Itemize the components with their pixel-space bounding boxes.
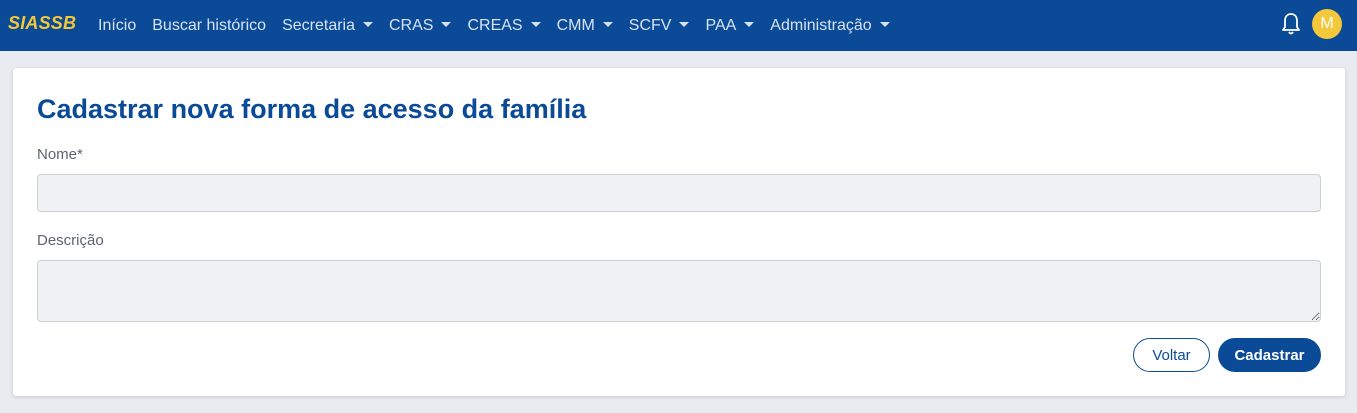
nav-item-label: Secretaria bbox=[282, 16, 355, 34]
nav-item-label: CMM bbox=[556, 16, 595, 34]
submit-button[interactable]: Cadastrar bbox=[1218, 338, 1321, 372]
caret-down-icon bbox=[879, 22, 890, 27]
nav-item-label: Buscar histórico bbox=[152, 16, 267, 34]
nav-item-label: CREAS bbox=[467, 16, 523, 34]
name-label: Nome* bbox=[37, 146, 83, 163]
nav-item-label: CRAS bbox=[389, 16, 434, 34]
caret-down-icon bbox=[744, 22, 755, 27]
user-avatar[interactable]: M bbox=[1312, 9, 1342, 39]
description-textarea[interactable] bbox=[37, 260, 1321, 322]
description-label: Descrição bbox=[37, 232, 104, 249]
nav-item-buscar-historico[interactable]: Buscar histórico bbox=[152, 17, 266, 35]
name-input[interactable] bbox=[37, 174, 1321, 212]
nav-item-inicio[interactable]: Início bbox=[98, 17, 136, 35]
nav-item-administracao[interactable]: Administração bbox=[770, 16, 890, 35]
nav-item-paa[interactable]: PAA bbox=[705, 16, 755, 35]
nav-item-cras[interactable]: CRAS bbox=[389, 16, 452, 35]
nav-item-label: SCFV bbox=[628, 16, 672, 34]
top-navbar: SIASSB Início Buscar histórico Secretari… bbox=[0, 0, 1357, 51]
nav-item-label: Início bbox=[98, 16, 137, 34]
bell-icon[interactable] bbox=[1281, 12, 1301, 36]
form-card: Cadastrar nova forma de acesso da famíli… bbox=[13, 68, 1345, 396]
nav-item-label: PAA bbox=[705, 16, 737, 34]
brand-logo[interactable]: SIASSB bbox=[8, 13, 76, 34]
nav-menu: Início Buscar histórico Secretaria CRAS … bbox=[98, 0, 906, 51]
caret-down-icon bbox=[530, 22, 541, 27]
caret-down-icon bbox=[679, 22, 690, 27]
back-button[interactable]: Voltar bbox=[1133, 338, 1210, 372]
nav-item-scfv[interactable]: SCFV bbox=[629, 17, 690, 35]
nav-item-secretaria[interactable]: Secretaria bbox=[282, 17, 373, 35]
caret-down-icon bbox=[363, 22, 373, 27]
page-title: Cadastrar nova forma de acesso da famíli… bbox=[37, 94, 587, 124]
nav-item-label: Administração bbox=[770, 16, 872, 34]
nav-item-creas[interactable]: CREAS bbox=[467, 16, 541, 35]
caret-down-icon bbox=[441, 22, 452, 27]
caret-down-icon bbox=[602, 22, 613, 27]
nav-item-cmm[interactable]: CMM bbox=[557, 17, 613, 35]
